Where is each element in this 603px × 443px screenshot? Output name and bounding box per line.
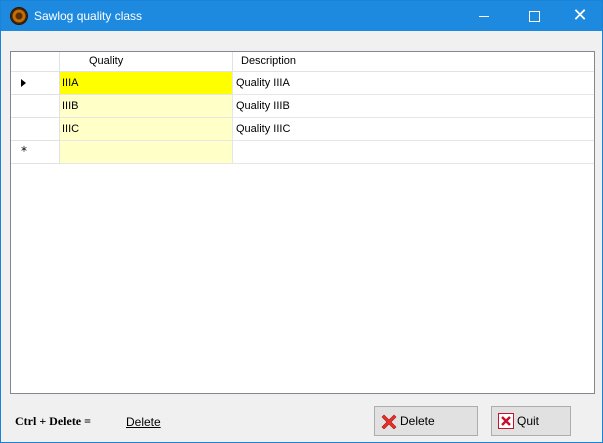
description-cell[interactable]: Quality IIIC xyxy=(233,118,594,141)
new-row-icon: * xyxy=(21,144,27,158)
minimize-button[interactable] xyxy=(461,1,507,31)
row-header[interactable]: * xyxy=(11,141,60,164)
quality-cell[interactable]: IIIB xyxy=(60,95,233,118)
description-cell[interactable]: Quality IIIA xyxy=(233,72,594,95)
title-bar[interactable]: Sawlog quality class ✕ xyxy=(1,1,602,31)
quit-icon xyxy=(498,413,514,429)
app-icon xyxy=(11,8,27,24)
column-header-quality[interactable]: Quality xyxy=(60,52,233,72)
quit-button[interactable]: Quit xyxy=(491,406,571,436)
close-icon: ✕ xyxy=(572,5,588,26)
table-row[interactable]: IIIA Quality IIIA xyxy=(11,72,594,95)
grid-corner-header[interactable] xyxy=(11,52,60,72)
maximize-icon xyxy=(528,10,540,22)
delete-button[interactable]: Delete xyxy=(374,406,478,436)
row-header[interactable] xyxy=(11,72,60,95)
delete-icon xyxy=(381,414,397,429)
main-window: Sawlog quality class ✕ Quality Descripti… xyxy=(0,0,603,443)
shortcut-action: Delete xyxy=(126,415,161,429)
quality-cell[interactable]: IIIC xyxy=(60,118,233,141)
row-pointer-icon xyxy=(21,79,26,87)
quality-cell-new[interactable] xyxy=(60,141,233,164)
table-row[interactable]: IIIB Quality IIIB xyxy=(11,95,594,118)
new-row[interactable]: * xyxy=(11,141,594,164)
column-header-description[interactable]: Description xyxy=(233,52,594,72)
quality-grid[interactable]: Quality Description IIIA Quality IIIA II… xyxy=(10,51,595,394)
table-row[interactable]: IIIC Quality IIIC xyxy=(11,118,594,141)
shortcut-action-text: Delete xyxy=(126,415,161,429)
close-button[interactable]: ✕ xyxy=(557,1,603,31)
maximize-button[interactable] xyxy=(511,1,557,31)
quality-cell[interactable]: IIIA xyxy=(60,72,233,95)
minimize-icon xyxy=(479,15,489,17)
description-cell[interactable]: Quality IIIB xyxy=(233,95,594,118)
quit-button-label: Quit xyxy=(517,414,540,428)
row-header[interactable] xyxy=(11,95,60,118)
description-cell-new[interactable] xyxy=(233,141,594,164)
delete-button-label: Delete xyxy=(400,414,435,428)
shortcut-label: Ctrl + Delete = xyxy=(15,414,91,428)
window-title: Sawlog quality class xyxy=(34,9,143,23)
row-header[interactable] xyxy=(11,118,60,141)
